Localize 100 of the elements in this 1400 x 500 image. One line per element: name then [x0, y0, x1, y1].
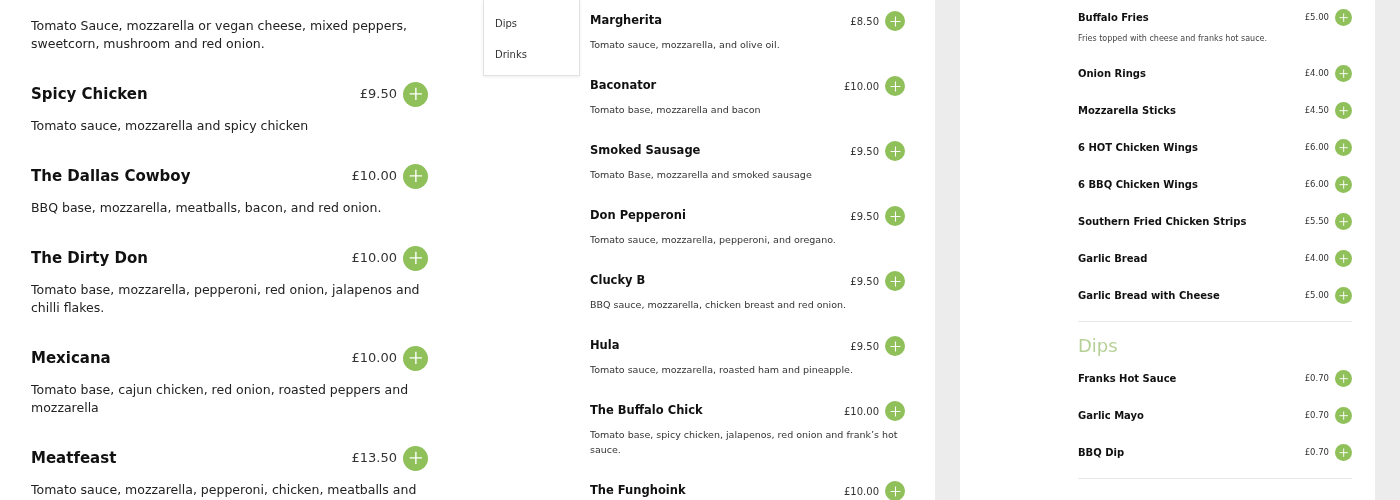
plus-icon: [889, 485, 901, 497]
item-description: BBQ sauce, mozzarella, chicken breast and red onion.: [590, 298, 848, 312]
item-name: Spicy Chicken: [31, 83, 148, 105]
add-button[interactable]: [1335, 65, 1352, 82]
plus-icon: [889, 340, 901, 352]
item-name: Onion Rings: [1078, 67, 1146, 81]
item-description: Tomato sauce, mozzarella, and olive oil.: [590, 38, 781, 52]
add-button[interactable]: [885, 11, 905, 31]
item-name: Don Pepperoni: [590, 207, 686, 225]
item-name: Meatfeast: [31, 447, 117, 469]
add-button[interactable]: [403, 163, 428, 189]
plus-icon: [408, 451, 423, 465]
add-button[interactable]: [885, 336, 905, 356]
add-button[interactable]: [403, 345, 428, 371]
item-price: £4.00: [1304, 252, 1329, 265]
item-description: Tomato sauce, mozzarella, pepperoni, chicken, meatballs and: [31, 481, 418, 499]
add-button[interactable]: [1335, 102, 1352, 119]
item-price: £9.50: [850, 274, 879, 289]
item-name: Southern Fried Chicken Strips: [1078, 215, 1247, 229]
add-button[interactable]: [885, 271, 905, 291]
plus-icon: [1338, 447, 1349, 458]
item-name: BBQ Dip: [1078, 446, 1125, 460]
add-button[interactable]: [1335, 444, 1352, 461]
item-description: Tomato sauce, mozzarella and spicy chicken: [31, 117, 310, 135]
plus-icon: [889, 15, 901, 27]
item-name: The Funghoink: [590, 482, 686, 500]
item-name: Garlic Bread with Cheese: [1078, 289, 1220, 303]
item-price: £5.00: [1304, 11, 1329, 24]
add-button[interactable]: [403, 245, 428, 271]
item-name: 6 HOT Chicken Wings: [1078, 141, 1198, 155]
add-button[interactable]: [885, 206, 905, 226]
item-name: Garlic Mayo: [1078, 409, 1144, 423]
plus-icon: [889, 210, 901, 222]
plus-icon: [1338, 105, 1349, 116]
plus-icon: [889, 275, 901, 287]
item-price: £10.00: [351, 349, 397, 368]
item-price: £9.50: [359, 85, 397, 104]
item-price: £5.50: [1304, 215, 1329, 228]
item-name: Margherita: [590, 12, 662, 30]
item-name: Baconator: [590, 77, 657, 95]
item-description: Tomato base, mozzarella and bacon: [590, 103, 762, 117]
item-description: Tomato base, spicy chicken, jalapenos, red onion and frank’s hot sauce.: [590, 428, 899, 457]
item-price: £10.00: [844, 404, 879, 419]
item-name: Clucky B: [590, 272, 646, 290]
add-button[interactable]: [1335, 176, 1352, 193]
plus-icon: [889, 80, 901, 92]
item-price: £9.50: [850, 144, 879, 159]
item-price: £6.00: [1304, 178, 1329, 191]
item-name: The Dirty Don: [31, 247, 148, 269]
section-heading: Dips: [1078, 334, 1119, 358]
add-button[interactable]: [1335, 250, 1352, 267]
add-button[interactable]: [1335, 213, 1352, 230]
item-price: £0.70: [1304, 446, 1329, 459]
add-button[interactable]: [1335, 287, 1352, 304]
add-button[interactable]: [885, 141, 905, 161]
item-name: Garlic Bread: [1078, 252, 1148, 266]
plus-icon: [1338, 179, 1349, 190]
plus-icon: [1338, 12, 1349, 23]
item-name: Mozzarella Sticks: [1078, 104, 1176, 118]
item-price: £0.70: [1304, 409, 1329, 422]
item-price: £10.00: [351, 249, 397, 268]
item-name: The Dallas Cowboy: [31, 165, 191, 187]
add-button[interactable]: [885, 481, 905, 500]
item-description: Tomato sauce, mozzarella, roasted ham and pineapple.: [590, 363, 854, 377]
add-button[interactable]: [885, 76, 905, 96]
plus-icon: [1338, 142, 1349, 153]
item-name: Smoked Sausage: [590, 142, 701, 160]
plus-icon: [889, 145, 901, 157]
item-price: £10.00: [844, 484, 879, 499]
item-name: Mexicana: [31, 347, 111, 369]
item-price: £13.50: [351, 449, 397, 468]
plus-icon: [408, 87, 423, 101]
plus-icon: [889, 405, 901, 417]
item-name: 6 BBQ Chicken Wings: [1078, 178, 1198, 192]
plus-icon: [408, 251, 423, 265]
item-description: Tomato Sauce, mozzarella or vegan cheese, mixed peppers, sweetcorn, mushroom and red onion.: [31, 17, 409, 53]
plus-icon: [1338, 253, 1349, 264]
category-link[interactable]: Dips: [484, 8, 579, 39]
add-button[interactable]: [885, 401, 905, 421]
plus-icon: [1338, 216, 1349, 227]
item-name: Franks Hot Sauce: [1078, 372, 1177, 386]
add-button[interactable]: [403, 445, 428, 471]
item-price: £4.00: [1304, 67, 1329, 80]
item-description: Tomato base, mozzarella, pepperoni, red onion, jalapenos and chilli flakes.: [31, 281, 421, 317]
category-link[interactable]: Drinks: [484, 39, 579, 70]
add-button[interactable]: [1335, 139, 1352, 156]
item-price: £8.50: [850, 14, 879, 29]
plus-icon: [1338, 290, 1349, 301]
item-price: £0.70: [1304, 372, 1329, 385]
add-button[interactable]: [403, 81, 428, 107]
plus-icon: [1338, 373, 1349, 384]
item-price: £10.00: [351, 167, 397, 186]
item-description: Tomato base, cajun chicken, red onion, roasted peppers and mozzarella: [31, 381, 410, 417]
plus-icon: [408, 169, 423, 183]
item-price: £9.50: [850, 209, 879, 224]
item-price: £6.00: [1304, 141, 1329, 154]
add-button[interactable]: [1335, 9, 1352, 26]
add-button[interactable]: [1335, 370, 1352, 387]
add-button[interactable]: [1335, 407, 1352, 424]
item-price: £9.50: [850, 339, 879, 354]
